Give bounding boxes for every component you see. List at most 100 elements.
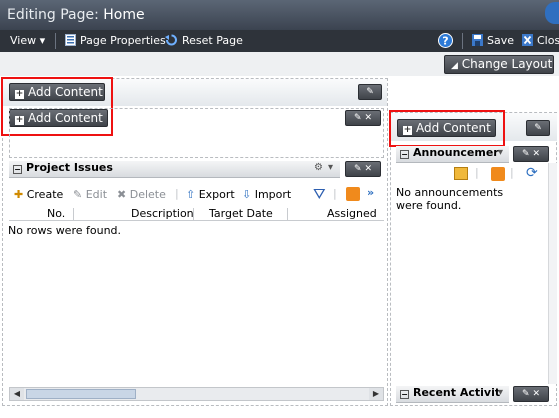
create-label: Create	[26, 188, 64, 201]
column-divider	[287, 208, 288, 220]
announcements-title: Announcemer	[413, 146, 499, 159]
close-label: Clos	[537, 34, 559, 47]
folder-icon[interactable]	[454, 167, 468, 180]
delete-icon: ✖	[117, 188, 127, 201]
save-label: Save	[487, 34, 515, 47]
save-icon	[472, 34, 483, 46]
project-issues-column-headers: No. Description Target Date Assigned	[9, 207, 384, 221]
refresh-icon[interactable]: ⟳	[526, 165, 538, 181]
right-column-edit-button[interactable]: ✎	[526, 120, 550, 136]
create-icon: ✚	[14, 188, 24, 201]
toolbar-divider: |	[175, 187, 179, 200]
reset-page-button[interactable]: Reset Page	[165, 34, 243, 47]
edit-label: Edit	[85, 188, 108, 201]
view-menu[interactable]: View ▾	[10, 34, 45, 47]
remove-icon[interactable]: ✕	[532, 149, 540, 159]
plus-icon: +	[403, 125, 412, 135]
left-region-frame	[9, 108, 384, 158]
plus-icon: +	[15, 89, 24, 99]
edit-toolbar: View ▾ Page Properties Reset Page ? Save…	[0, 30, 559, 52]
vertical-scrollbar[interactable]	[548, 163, 557, 384]
import-label: Import	[254, 188, 292, 201]
overflow-chevron-icon[interactable]: »	[367, 186, 374, 199]
page-properties-button[interactable]: Page Properties	[65, 34, 166, 47]
horizontal-scrollbar[interactable]: ◀ ▶	[9, 387, 384, 401]
svg-text:?: ?	[442, 35, 448, 48]
scroll-right-icon[interactable]: ▶	[369, 388, 383, 400]
column-header-target-date[interactable]: Target Date	[209, 207, 273, 220]
export-icon: ⇧	[186, 188, 196, 201]
toolbar-divider: |	[475, 166, 479, 179]
close-icon	[522, 34, 533, 46]
add-content-button[interactable]: + Add Content	[397, 119, 496, 137]
import-icon: ⇩	[242, 188, 252, 201]
pencil-icon[interactable]: ✎	[354, 164, 362, 174]
help-icon: ?	[438, 33, 453, 48]
collapse-icon[interactable]: −	[400, 150, 409, 159]
page-properties-label: Page Properties	[80, 34, 166, 47]
column-divider	[193, 208, 194, 220]
window-title-bar: Editing Page: Home	[0, 0, 559, 30]
export-label: Export	[198, 188, 235, 201]
pencil-icon[interactable]: ✎	[522, 149, 530, 159]
save-button[interactable]: Save	[472, 34, 514, 47]
toolbar-divider: |	[510, 166, 514, 179]
help-button[interactable]: ?	[438, 33, 453, 51]
remove-icon[interactable]: ✕	[364, 113, 372, 123]
change-layout-label: Change Layout	[461, 57, 553, 71]
left-column-edit-button[interactable]: ✎	[358, 84, 382, 100]
column-divider	[73, 208, 74, 220]
collapse-icon[interactable]: −	[400, 390, 409, 399]
toolbar-divider	[55, 33, 56, 49]
pencil-icon[interactable]: ✎	[354, 113, 362, 123]
title-prefix: Editing Page:	[7, 7, 99, 23]
create-button[interactable]: ✚ Create	[14, 188, 63, 201]
remove-icon[interactable]: ✕	[364, 164, 372, 174]
collapse-icon[interactable]: −	[13, 165, 22, 174]
announcements-header: − Announcemer	[396, 146, 509, 163]
region-toolbar: ✎ ✕	[345, 110, 381, 126]
add-content-button[interactable]: + Add Content	[9, 83, 105, 101]
rss-icon[interactable]	[346, 187, 360, 201]
pencil-icon: ✎	[366, 87, 374, 97]
region-toolbar: ✎ ✕	[345, 161, 381, 177]
change-layout-button[interactable]: ◢ Change Layout	[444, 55, 554, 74]
view-menu-label: View	[10, 34, 37, 47]
scroll-left-icon[interactable]: ◀	[10, 388, 24, 400]
column-header-assigned[interactable]: Assigned	[327, 207, 377, 220]
page-name: Home	[103, 7, 145, 23]
add-content-label: Add Content	[28, 85, 103, 99]
recent-activity-header: − Recent Activit	[396, 386, 509, 403]
edit-icon: ✎	[73, 188, 83, 201]
close-button[interactable]: Clos	[522, 34, 559, 47]
toolbar-divider: |	[333, 187, 337, 200]
reset-page-label: Reset Page	[182, 34, 243, 47]
region-toolbar: ✎ ✕	[513, 146, 549, 162]
column-header-no[interactable]: No.	[47, 207, 65, 220]
chevron-down-icon[interactable]: ▾	[328, 162, 333, 173]
delete-label: Delete	[129, 188, 166, 201]
import-button[interactable]: ⇩ Import	[242, 188, 291, 201]
pencil-icon[interactable]: ✎	[522, 389, 530, 399]
project-issues-actions: ✚ Create ✎ Edit ✖ Delete | ⇧ Export ⇩ Im…	[9, 184, 384, 206]
announcements-empty-text: No announcements were found.	[396, 186, 504, 212]
scrollbar-thumb[interactable]	[26, 389, 136, 399]
add-content-label: Add Content	[416, 121, 491, 135]
delete-button[interactable]: ✖ Delete	[117, 188, 166, 201]
recent-activity-title: Recent Activit	[413, 386, 501, 399]
remove-icon[interactable]: ✕	[532, 389, 540, 399]
portlet-settings-icon[interactable]: ⚙	[314, 162, 323, 173]
chevron-down-icon: ▾	[39, 34, 46, 47]
filter-icon[interactable]: ⛛	[313, 185, 326, 203]
edit-button[interactable]: ✎ Edit	[73, 188, 107, 201]
project-issues-header: − Project Issues	[9, 161, 340, 178]
export-button[interactable]: ⇧ Export	[186, 188, 235, 201]
project-issues-title: Project Issues	[26, 161, 113, 174]
oracle-logo-icon	[545, 2, 559, 24]
chevron-down-icon[interactable]: ▾	[498, 387, 503, 398]
column-header-description[interactable]: Description	[131, 207, 194, 220]
chevron-down-icon[interactable]: ▾	[498, 147, 503, 158]
rss-icon[interactable]	[491, 167, 505, 181]
expand-icon: ◢	[451, 61, 458, 71]
region-toolbar: ✎ ✕	[513, 386, 549, 402]
